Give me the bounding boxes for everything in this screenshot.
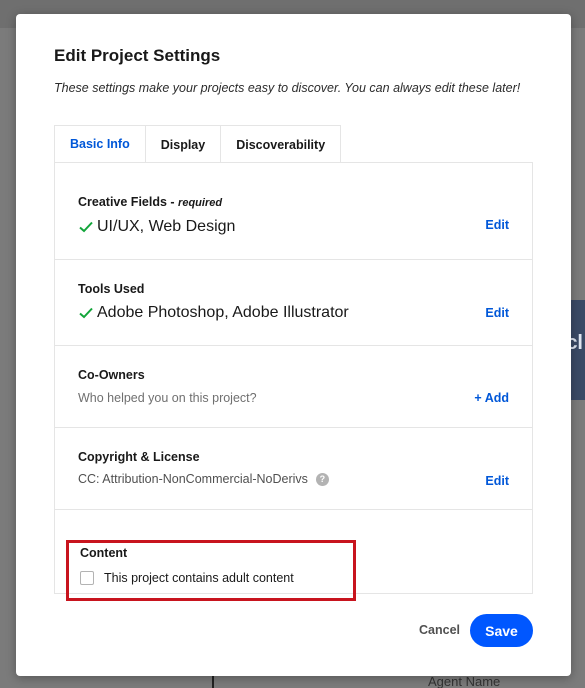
check-icon: [78, 220, 94, 234]
creative-fields-value: UI/UX, Web Design: [78, 218, 235, 236]
add-co-owner-link[interactable]: + Add: [474, 391, 509, 405]
check-icon: [78, 306, 94, 320]
tools-used-row: Tools Used Adobe Photoshop, Adobe Illust…: [55, 260, 532, 346]
dialog-title: Edit Project Settings: [54, 46, 221, 65]
tools-used-value: Adobe Photoshop, Adobe Illustrator: [78, 304, 349, 322]
copyright-row: Copyright & License CC: Attribution-NonC…: [55, 428, 532, 510]
co-owners-row: Co-Owners Who helped you on this project…: [55, 346, 532, 428]
edit-tools-used-link[interactable]: Edit: [485, 306, 509, 320]
edit-creative-fields-link[interactable]: Edit: [485, 218, 509, 232]
tab-discoverability[interactable]: Discoverability: [221, 125, 342, 163]
co-owners-label: Co-Owners: [78, 368, 145, 382]
required-marker: required: [178, 197, 223, 209]
dialog-subtitle: These settings make your projects easy t…: [54, 81, 521, 95]
adult-content-checkbox[interactable]: [80, 571, 94, 585]
settings-tabs: Basic Info Display Discoverability: [54, 125, 342, 163]
copyright-value: CC: Attribution-NonCommercial-NoDerivs ?: [78, 472, 329, 486]
background-label: Agent Name: [428, 674, 501, 688]
creative-fields-row: Creative Fields - required UI/UX, Web De…: [55, 163, 532, 260]
adult-content-label[interactable]: This project contains adult content: [104, 571, 294, 585]
basic-info-panel: Creative Fields - required UI/UX, Web De…: [54, 162, 533, 594]
edit-project-settings-dialog: Edit Project Settings These settings mak…: [16, 14, 571, 676]
tab-basic-info[interactable]: Basic Info: [54, 125, 146, 163]
help-icon[interactable]: ?: [315, 472, 329, 486]
co-owners-placeholder: Who helped you on this project?: [78, 391, 257, 405]
content-section-highlight: Content This project contains adult cont…: [66, 540, 356, 601]
save-button[interactable]: Save: [470, 614, 533, 647]
copyright-label: Copyright & License: [78, 450, 200, 464]
edit-copyright-link[interactable]: Edit: [485, 474, 509, 488]
tools-used-label: Tools Used: [78, 282, 145, 296]
content-label: Content: [80, 546, 128, 560]
background-divider: [212, 676, 214, 688]
tab-display[interactable]: Display: [145, 125, 222, 163]
cancel-button[interactable]: Cancel: [419, 623, 460, 637]
adult-content-option[interactable]: This project contains adult content: [80, 571, 294, 585]
creative-fields-label: Creative Fields - required: [78, 195, 223, 209]
